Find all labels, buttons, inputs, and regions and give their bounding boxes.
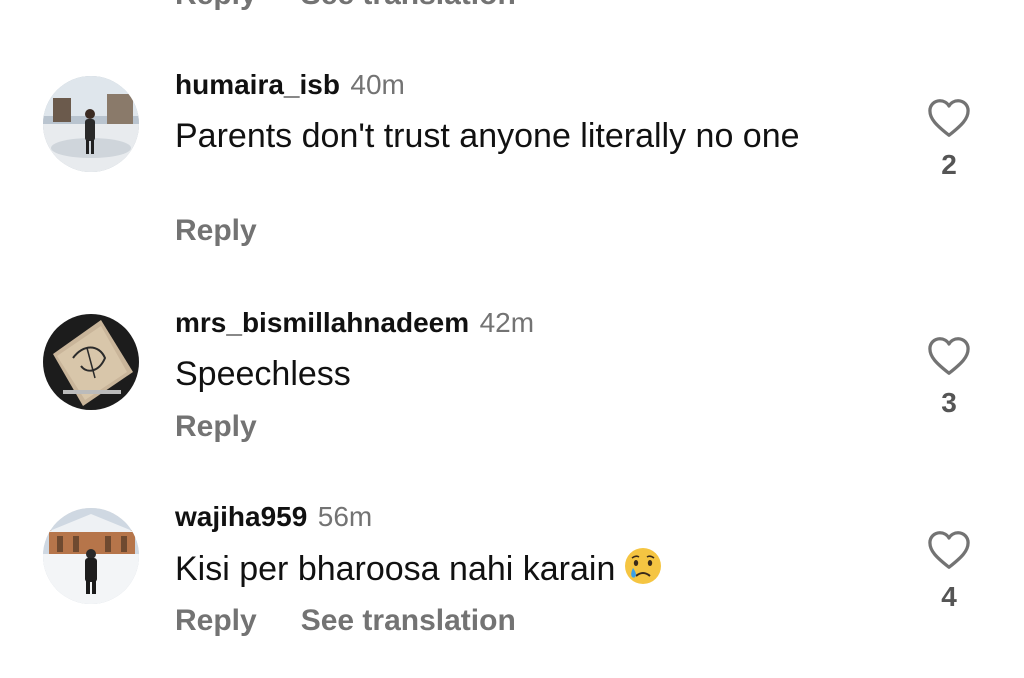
username[interactable]: humaira_isb xyxy=(175,69,340,100)
timestamp: 42m xyxy=(479,307,535,338)
timestamp: 40m xyxy=(350,69,405,100)
comment-header: wajiha959 56m xyxy=(175,500,372,534)
see-translation-button[interactable]: See translation xyxy=(301,604,516,638)
reply-button[interactable]: Reply xyxy=(175,604,257,638)
reply-button[interactable]: Reply xyxy=(175,0,257,10)
comment-text: Speechless xyxy=(175,355,351,393)
avatar[interactable] xyxy=(43,508,139,604)
like-count: 2 xyxy=(941,149,957,180)
username[interactable]: mrs_bismillahnadeem xyxy=(175,307,469,338)
like-control: 4 xyxy=(924,530,974,612)
comment-text: Parents don't trust anyone literally no … xyxy=(175,117,800,155)
avatar[interactable] xyxy=(43,314,139,410)
reply-button[interactable]: Reply xyxy=(175,214,257,248)
comment-actions: Reply See translation xyxy=(175,604,516,638)
comment-header: humaira_isb 40m xyxy=(175,68,405,102)
comments-screen: Reply See translation humaira_isb 40m Pa… xyxy=(0,0,1024,678)
comment-text-content: Kisi per bharoosa nahi karain xyxy=(175,550,616,588)
crying-face-emoji xyxy=(623,546,663,598)
username[interactable]: wajiha959 xyxy=(175,501,307,532)
comment-actions: Reply xyxy=(175,214,257,248)
see-translation-button[interactable]: See translation xyxy=(301,0,516,10)
previous-comment-actions: Reply See translation xyxy=(175,0,516,10)
heart-outline-icon[interactable] xyxy=(927,98,971,138)
avatar[interactable] xyxy=(43,76,139,172)
reply-button[interactable]: Reply xyxy=(175,410,257,444)
like-count: 3 xyxy=(941,387,957,418)
timestamp: 56m xyxy=(317,501,373,532)
like-control: 2 xyxy=(924,98,974,180)
like-control: 3 xyxy=(924,336,974,418)
comment-actions: Reply xyxy=(175,410,257,444)
comment-header: mrs_bismillahnadeem 42m xyxy=(175,306,534,340)
heart-outline-icon[interactable] xyxy=(927,530,971,570)
like-count: 4 xyxy=(941,581,957,612)
comment-text: Kisi per bharoosa nahi karain xyxy=(175,546,875,598)
heart-outline-icon[interactable] xyxy=(927,336,971,376)
